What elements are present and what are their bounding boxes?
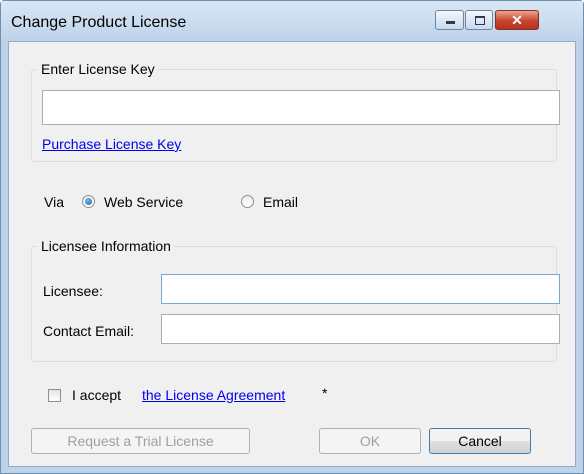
close-button[interactable]: ✕ [495,10,539,30]
close-icon: ✕ [511,12,523,28]
purchase-license-key-link[interactable]: Purchase License Key [42,136,181,152]
license-agreement-link[interactable]: the License Agreement [142,387,285,403]
email-radio[interactable] [241,195,254,208]
radio-selected-dot [85,198,92,205]
via-label: Via [44,194,64,210]
accept-label[interactable]: I accept [72,387,121,403]
window-title: Change Product License [11,14,187,31]
license-key-group: Enter License Key Purchase License Key [31,61,560,162]
web-service-radio[interactable] [82,195,95,208]
dialog-body: Enter License Key Purchase License Key V… [8,41,576,467]
title-bar[interactable]: Change Product License ✕ [1,1,583,41]
license-key-group-label: Enter License Key [38,61,158,77]
accept-agreement-checkbox[interactable] [48,389,61,402]
maximize-button[interactable] [465,10,493,30]
minimize-icon [446,21,455,24]
licensee-input[interactable] [161,274,560,304]
minimize-button[interactable] [435,10,464,30]
maximize-icon [475,16,485,25]
licensee-label: Licensee: [43,283,103,299]
licensee-info-group-label: Licensee Information [38,238,174,254]
request-trial-license-button[interactable]: Request a Trial License [31,428,250,454]
ok-button[interactable]: OK [319,428,421,454]
required-marker: * [322,385,328,401]
web-service-label[interactable]: Web Service [104,194,183,210]
contact-email-input[interactable] [161,314,560,344]
email-label[interactable]: Email [263,194,298,210]
license-key-input[interactable] [42,90,560,125]
cancel-button[interactable]: Cancel [429,428,531,454]
contact-email-label: Contact Email: [43,323,135,339]
change-license-dialog: Change Product License ✕ Enter License K… [0,0,584,474]
licensee-info-group: Licensee Information Licensee: Contact E… [31,238,560,362]
